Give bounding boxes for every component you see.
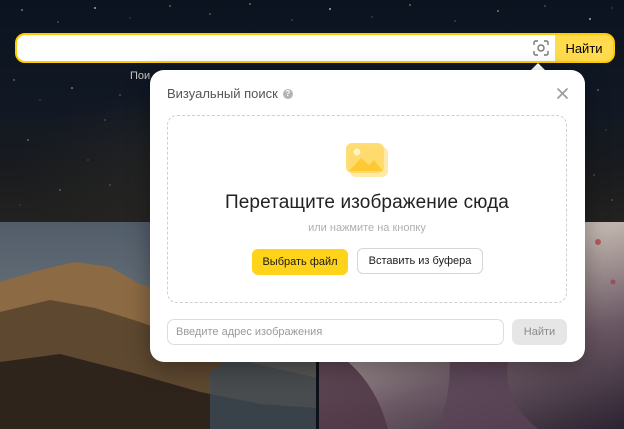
search-submit-button[interactable]: Найти — [555, 35, 613, 61]
help-icon[interactable]: ? — [282, 88, 293, 99]
close-icon — [556, 87, 568, 99]
image-drop-zone[interactable]: Перетащите изображение сюда или нажмите … — [167, 115, 567, 303]
page: Найти Пои Визуальный поиск ? Перетащите … — [0, 0, 624, 429]
drop-subtext: или нажмите на кнопку — [308, 222, 426, 234]
popup-title: Визуальный поиск ? — [167, 86, 293, 101]
visual-search-popup: Визуальный поиск ? Перетащите изображени… — [150, 70, 585, 362]
image-url-input[interactable] — [167, 319, 504, 345]
close-button[interactable] — [554, 85, 570, 101]
visual-search-button[interactable] — [529, 36, 553, 60]
url-search-button[interactable]: Найти — [512, 319, 567, 345]
choose-file-button[interactable]: Выбрать файл — [252, 249, 348, 275]
paste-from-clipboard-button[interactable]: Вставить из буфера — [357, 248, 483, 274]
drop-heading: Перетащите изображение сюда — [225, 192, 509, 213]
search-hint-text: Пои — [130, 70, 150, 82]
search-bar: Найти — [15, 33, 615, 63]
camera-lens-icon — [533, 40, 549, 56]
popup-title-text: Визуальный поиск — [167, 86, 278, 101]
image-placeholder-icon — [346, 143, 388, 177]
search-input[interactable] — [17, 35, 555, 61]
